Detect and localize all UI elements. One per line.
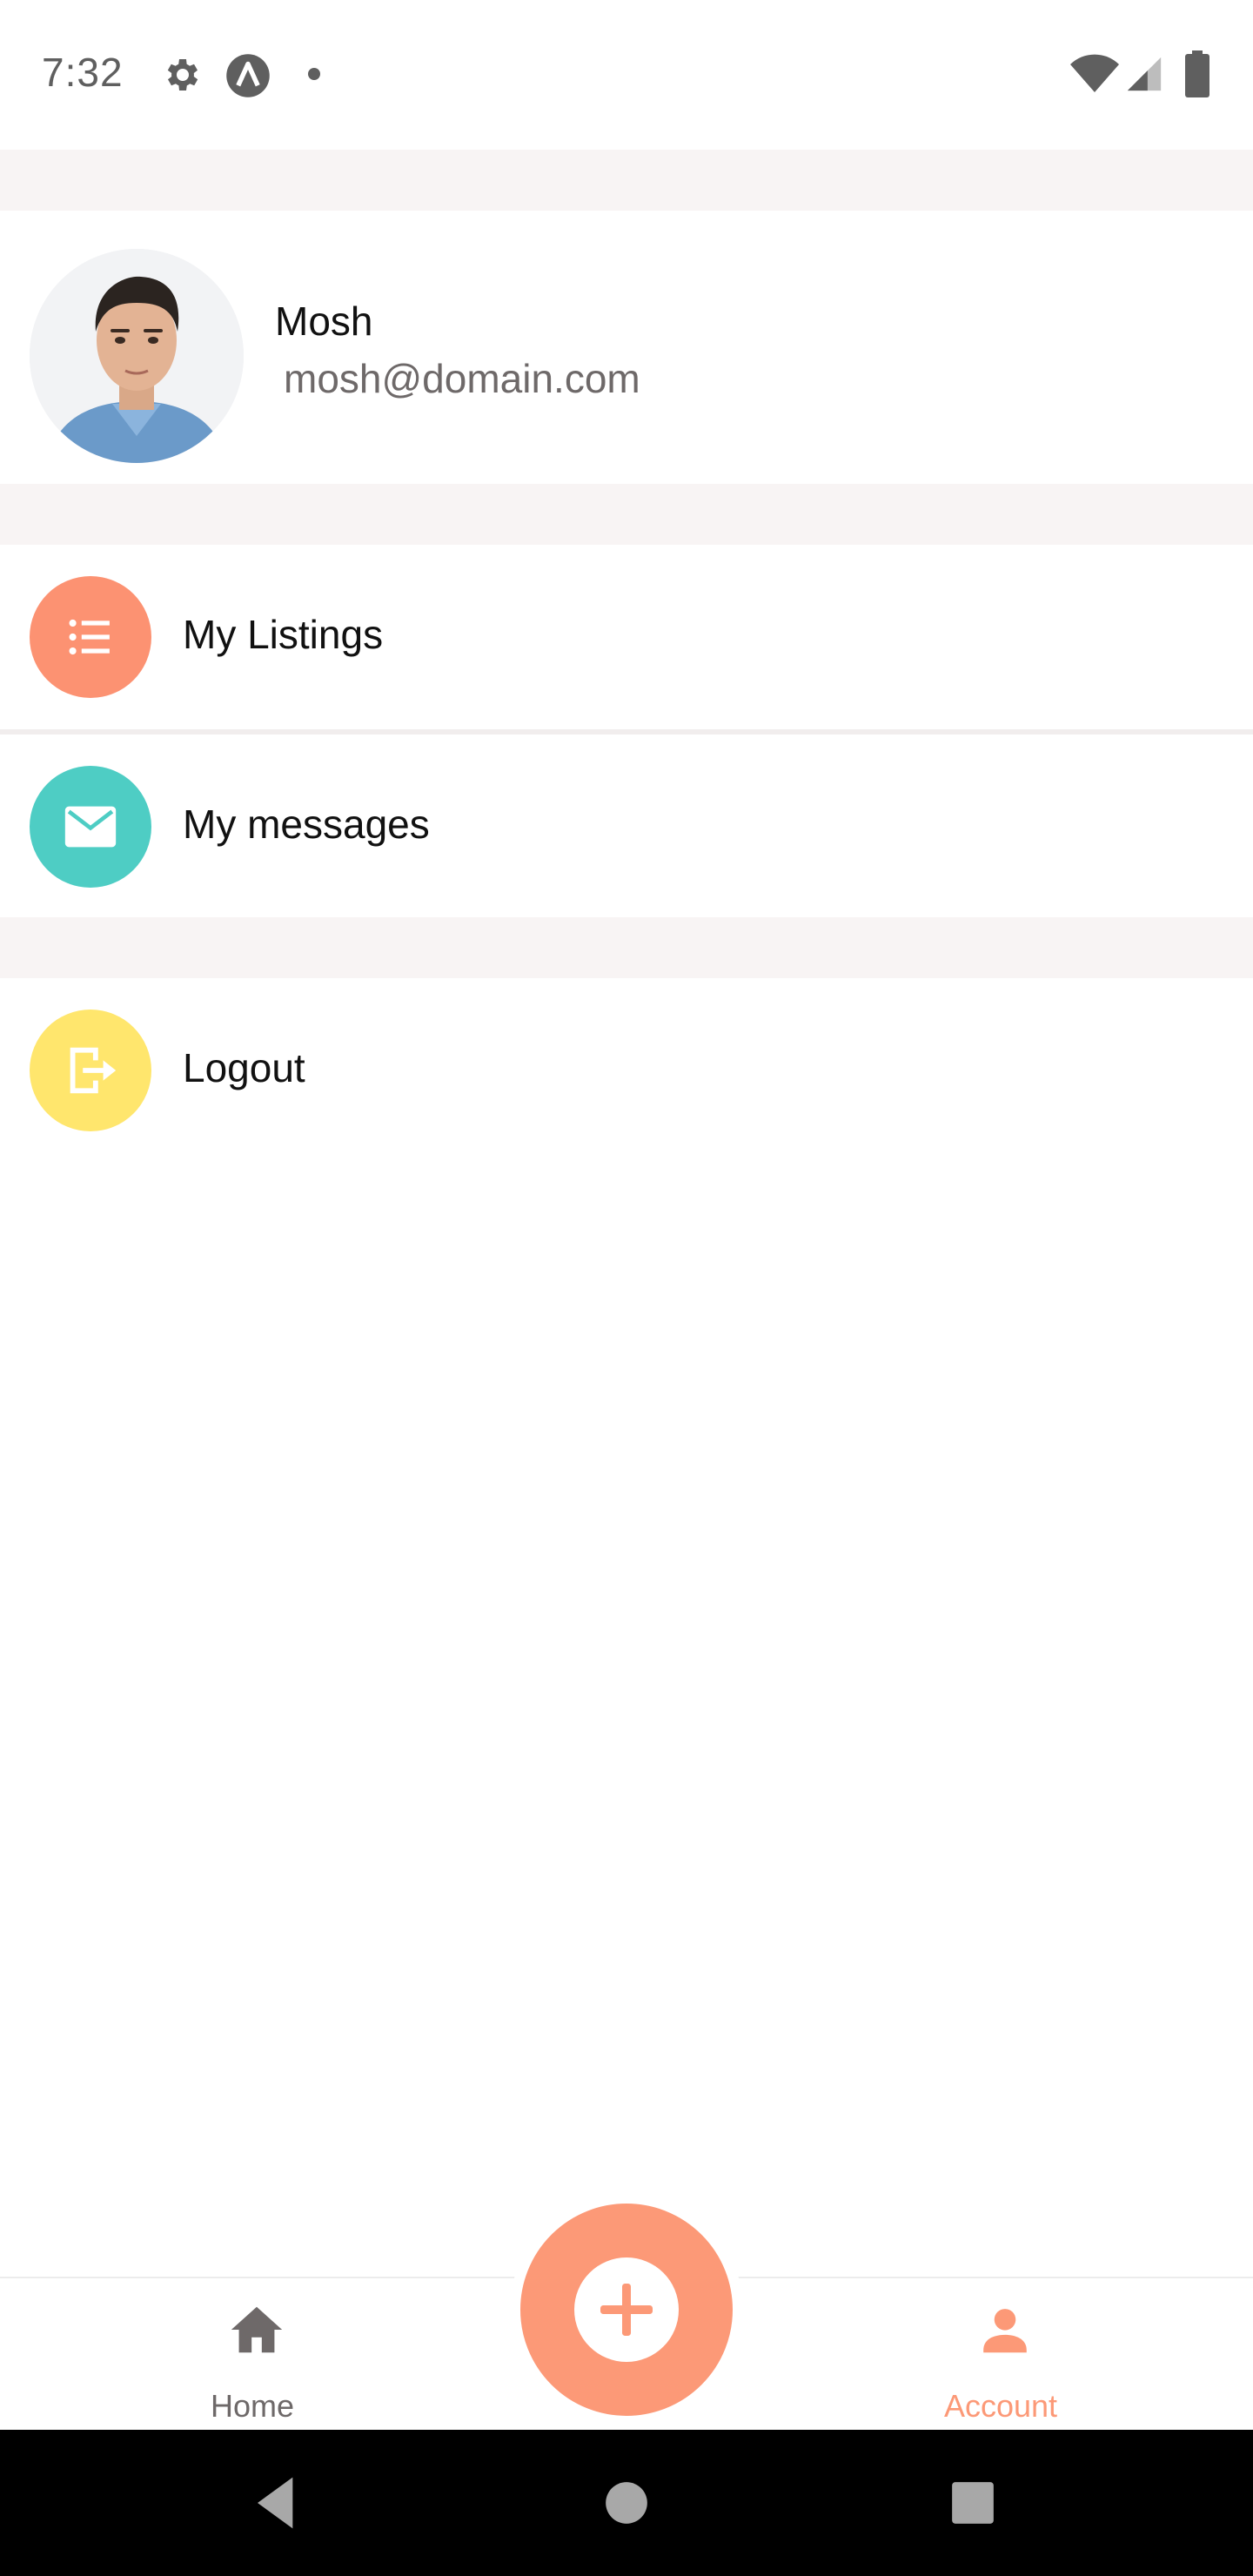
section-gap bbox=[0, 484, 1253, 545]
section-gap bbox=[0, 150, 1253, 211]
status-bar: 7:32 bbox=[0, 0, 1253, 150]
logout-icon-circle bbox=[30, 1010, 151, 1131]
tab-label: Account bbox=[943, 2388, 1058, 2424]
home-icon bbox=[231, 2306, 283, 2353]
menu-item-my-listings[interactable]: My Listings bbox=[0, 545, 1253, 729]
profile-name: Mosh bbox=[275, 299, 373, 344]
wifi-icon bbox=[1069, 54, 1121, 96]
menu-item-label: My Listings bbox=[183, 612, 384, 657]
menu-item-logout[interactable]: Logout bbox=[0, 978, 1253, 1163]
menu-item-label: My messages bbox=[183, 802, 430, 847]
profile-email: mosh@domain.com bbox=[284, 356, 640, 401]
back-icon[interactable] bbox=[238, 2465, 315, 2541]
settings-icon bbox=[160, 54, 202, 96]
format-list-bulleted-icon bbox=[69, 619, 110, 655]
messages-icon-circle bbox=[30, 766, 151, 888]
account-icon bbox=[983, 2309, 1027, 2353]
battery-icon bbox=[1185, 50, 1209, 97]
section-gap bbox=[0, 917, 1253, 978]
tab-home[interactable]: Home bbox=[96, 2278, 409, 2432]
tab-account[interactable]: Account bbox=[844, 2278, 1157, 2432]
status-time: 7:32 bbox=[42, 50, 124, 95]
avatar bbox=[30, 249, 244, 463]
profile-card[interactable]: Mosh mosh@domain.com bbox=[0, 211, 1253, 484]
avatar-photo bbox=[30, 249, 244, 463]
tab-label: Home bbox=[210, 2388, 295, 2424]
dot-icon bbox=[308, 68, 320, 80]
signal-icon bbox=[1124, 54, 1164, 94]
listings-icon-circle bbox=[30, 576, 151, 698]
home-circle-icon[interactable] bbox=[588, 2465, 665, 2541]
menu-item-label: Logout bbox=[183, 1045, 305, 1090]
plus-circle bbox=[574, 2257, 679, 2362]
system-nav-bar bbox=[0, 2430, 1253, 2576]
recents-icon[interactable] bbox=[935, 2465, 1011, 2541]
plus-circle-icon bbox=[600, 2284, 653, 2336]
logout-icon bbox=[70, 1047, 117, 1094]
email-icon bbox=[64, 806, 117, 848]
menu-item-my-messages[interactable]: My messages bbox=[0, 735, 1253, 919]
add-listing-button[interactable] bbox=[510, 2193, 743, 2426]
expo-icon bbox=[224, 52, 271, 99]
